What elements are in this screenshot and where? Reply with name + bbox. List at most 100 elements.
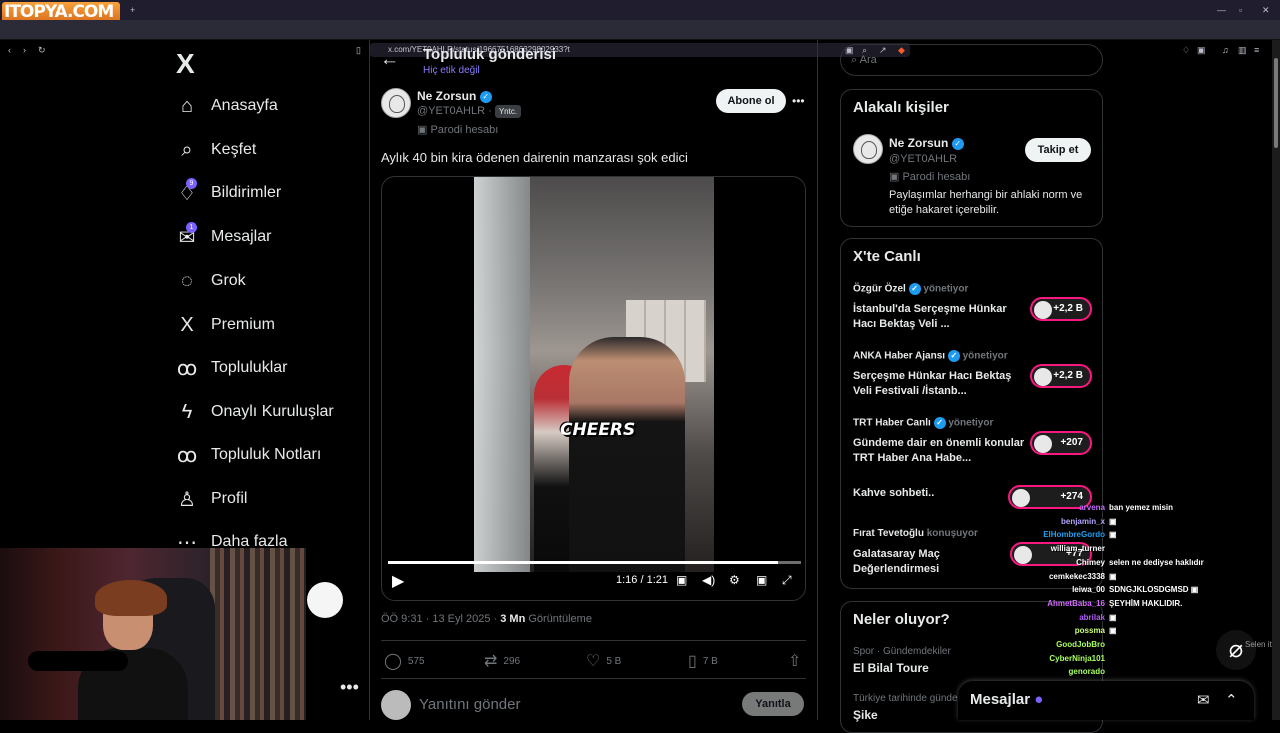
sidebar-item-premium[interactable]: X Premium xyxy=(176,309,275,341)
subscribe-button[interactable]: Abone ol xyxy=(716,89,786,113)
video-frame[interactable]: CHEERS xyxy=(474,177,714,572)
sidebar-item-community-notes[interactable]: ꝏ Topluluk Notları xyxy=(176,439,321,471)
trends-title: Neler oluyor? xyxy=(853,611,950,628)
repost-icon: ⇄ xyxy=(484,653,498,670)
maximize-window-button[interactable]: ▫ xyxy=(1239,5,1242,15)
expand-messages-icon[interactable]: ⌃ xyxy=(1225,691,1238,709)
live-item[interactable]: ANKA Haber Ajansı ✓ yönetiyor Serçeşme H… xyxy=(853,350,1093,406)
fullscreen-icon[interactable]: ⤢ xyxy=(782,573,792,588)
play-icon[interactable]: ▶ xyxy=(392,571,404,591)
video-card[interactable]: CHEERS ▶ 1:16 / 1:21 ▣ ◀) ⚙ ▣ ⤢ xyxy=(381,176,806,601)
parody-icon: ▣ xyxy=(889,171,900,183)
sidebar-item-home[interactable]: ⌂ Anasayfa xyxy=(176,90,278,122)
sidebar-item-explore[interactable]: ⌕ Keşfet xyxy=(176,134,256,166)
live-listener-count[interactable]: +2,2 B xyxy=(1030,364,1092,388)
sidebar-item-label: Keşfet xyxy=(211,141,257,158)
video-controls: ▶ 1:16 / 1:21 ▣ ◀) ⚙ ▣ ⤢ xyxy=(382,571,805,599)
menu-icon[interactable]: ≡ xyxy=(1254,45,1259,55)
reply-button[interactable]: Yanıtla xyxy=(742,692,804,716)
sidebar-item-label: Onaylı Kuruluşlar xyxy=(211,403,334,420)
author-handle-row: @YET0AHLR · Yntc. xyxy=(417,105,522,118)
messages-dock[interactable]: Mesajlar ● ✉ ⌃ xyxy=(958,681,1254,720)
reply-input[interactable]: Yanıtını gönder xyxy=(419,696,520,713)
bookmark-action[interactable]: ▯ 7 B xyxy=(688,651,718,671)
sidebar-item-verified-orgs[interactable]: ϟ Onaylı Kuruluşlar xyxy=(176,396,334,428)
community-subtitle[interactable]: Hiç etik değil xyxy=(423,65,480,76)
author-name[interactable]: Ne Zorsun xyxy=(417,89,476,103)
grok-icon: ◌ xyxy=(181,269,193,292)
verified-badge-icon: ✓ xyxy=(947,350,960,362)
live-listener-count[interactable]: +2,2 B xyxy=(1030,297,1092,321)
page-title: Topluluk gönderisi xyxy=(423,46,557,63)
back-icon[interactable]: ‹ xyxy=(8,45,11,55)
account-more-icon[interactable]: ••• xyxy=(340,677,359,698)
message-badge: 1 xyxy=(186,221,197,233)
search-input[interactable]: ⌕ Ara xyxy=(840,44,1103,76)
captions-icon[interactable]: ▣ xyxy=(676,573,687,587)
x-logo-icon[interactable]: X xyxy=(176,48,195,80)
streamer-webcam-overlay xyxy=(0,548,306,720)
repost-action[interactable]: ⇄ 296 xyxy=(484,651,520,671)
trend-title[interactable]: El Bilal Toure xyxy=(853,661,929,675)
video-progress-fill xyxy=(388,561,778,564)
action-divider-bottom xyxy=(381,678,806,679)
related-handle[interactable]: @YET0AHLR xyxy=(889,153,957,165)
sidebar-icon[interactable]: ▥ xyxy=(1238,45,1247,55)
reply-action[interactable]: ◯ 575 xyxy=(384,651,425,671)
music-icon[interactable]: ♫ xyxy=(1222,45,1229,55)
wallet-icon[interactable]: ▣ xyxy=(1197,45,1206,55)
sidebar-item-grok[interactable]: ◌ Grok xyxy=(176,265,246,297)
settings-gear-icon[interactable]: ⚙ xyxy=(729,573,740,587)
live-item[interactable]: TRT Haber Canlı ✓ yönetiyor Gündeme dair… xyxy=(853,417,1093,473)
sidebar-item-messages[interactable]: ✉ 1 Mesajlar xyxy=(176,221,271,253)
picture-in-picture-icon[interactable]: ▣ xyxy=(756,573,767,587)
new-tab-button[interactable]: + xyxy=(130,5,135,15)
scrollbar-thumb[interactable] xyxy=(1274,58,1278,148)
bookshelf-background xyxy=(210,548,306,720)
window-light xyxy=(474,177,530,572)
live-host: Özgür Özel ✓ yönetiyor xyxy=(853,283,969,295)
chat-line: william_turner xyxy=(1050,544,1105,554)
view-count: 3 Mn xyxy=(500,613,526,625)
sidebar-item-communities[interactable]: ꝏ Topluluklar xyxy=(176,352,288,384)
share-action[interactable]: ⇧ xyxy=(788,651,807,671)
live-listener-count[interactable]: +207 xyxy=(1030,431,1092,455)
minimize-window-button[interactable]: — xyxy=(1217,5,1226,15)
follow-button[interactable]: Takip et xyxy=(1025,138,1091,162)
volume-icon[interactable]: ◀) xyxy=(702,573,715,587)
sidebar-item-notifications[interactable]: ♢ 9 Bildirimler xyxy=(176,177,281,209)
reload-icon[interactable]: ↻ xyxy=(38,45,46,55)
sidebar-item-profile[interactable]: ♙ Profil xyxy=(176,483,247,515)
author-avatar[interactable] xyxy=(381,88,411,118)
bell-icon: ♢ 9 xyxy=(178,177,197,205)
compose-message-icon[interactable]: ✉ xyxy=(1197,691,1210,709)
related-name[interactable]: Ne Zorsun xyxy=(889,136,948,150)
home-icon: ⌂ xyxy=(180,94,194,117)
extension-icon[interactable]: ♢ xyxy=(1182,45,1190,55)
live-title: Gündeme dair en önemli konular TRT Haber… xyxy=(853,437,1025,464)
like-action[interactable]: ♡ 5 B xyxy=(586,651,621,671)
close-window-button[interactable]: ✕ xyxy=(1262,5,1270,15)
related-avatar[interactable] xyxy=(853,134,883,164)
back-arrow-icon[interactable]: ← xyxy=(380,49,399,71)
browser-tab-bar xyxy=(0,0,1280,20)
heart-icon: ♡ xyxy=(586,653,601,670)
forward-icon[interactable]: › xyxy=(23,45,26,55)
mail-icon: ✉ 1 xyxy=(178,221,197,249)
related-name-row: Ne Zorsun ✓ xyxy=(889,136,964,150)
author-handle[interactable]: @YET0AHLR xyxy=(417,105,485,117)
microphone-arm xyxy=(28,651,128,671)
verified-badge-icon: ✓ xyxy=(951,137,964,150)
messages-dock-title: Mesajlar ● xyxy=(970,691,1044,708)
post-more-icon[interactable]: ••• xyxy=(792,94,805,108)
post-button[interactable] xyxy=(307,582,343,618)
current-user-avatar[interactable] xyxy=(381,690,411,720)
sidebar-item-label: Grok xyxy=(211,272,246,289)
video-progress-bar[interactable] xyxy=(388,561,801,564)
page-scrollbar[interactable] xyxy=(1272,40,1280,720)
action-divider-top xyxy=(381,640,806,641)
trend-context: Spor · Gündemdekiler xyxy=(853,646,951,657)
live-title: İstanbul'da Serçeşme Hünkar Hacı Bektaş … xyxy=(853,303,1007,330)
stream-overlay-icon: ⌀ xyxy=(1216,630,1256,670)
live-item[interactable]: Özgür Özel ✓ yönetiyor İstanbul'da Serçe… xyxy=(853,283,1093,339)
